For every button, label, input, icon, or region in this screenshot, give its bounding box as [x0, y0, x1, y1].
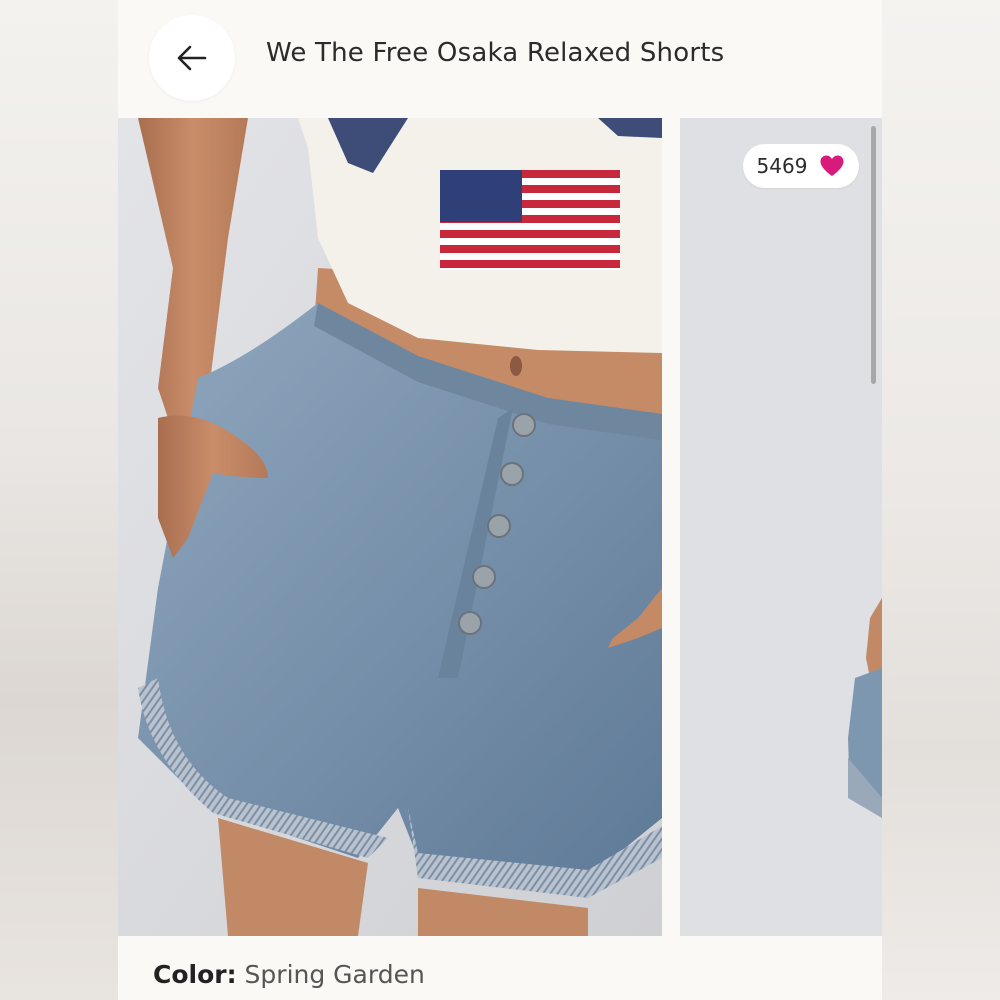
heart-icon: [820, 155, 844, 176]
arrow-left-icon: [177, 45, 207, 71]
like-button[interactable]: 5469: [743, 144, 859, 188]
backdrop-left: [0, 0, 118, 1000]
color-value: Spring Garden: [244, 960, 425, 989]
gallery-scrollbar[interactable]: [871, 126, 876, 384]
backdrop-right: [882, 0, 1000, 1000]
like-count: 5469: [756, 154, 808, 178]
app-header: We The Free Osaka Relaxed Shorts: [118, 0, 882, 118]
product-photo-illustration: [118, 118, 662, 936]
next-photo-illustration: [680, 118, 882, 936]
back-button[interactable]: [149, 15, 235, 101]
product-photo[interactable]: [118, 118, 662, 936]
color-selection: Color: Spring Garden: [153, 960, 425, 989]
page-title: We The Free Osaka Relaxed Shorts: [266, 38, 725, 68]
product-gallery[interactable]: 5469: [118, 118, 882, 936]
product-screen: We The Free Osaka Relaxed Shorts 5469 Co…: [118, 0, 882, 1000]
next-product-photo[interactable]: [680, 118, 882, 936]
color-label: Color:: [153, 960, 237, 989]
